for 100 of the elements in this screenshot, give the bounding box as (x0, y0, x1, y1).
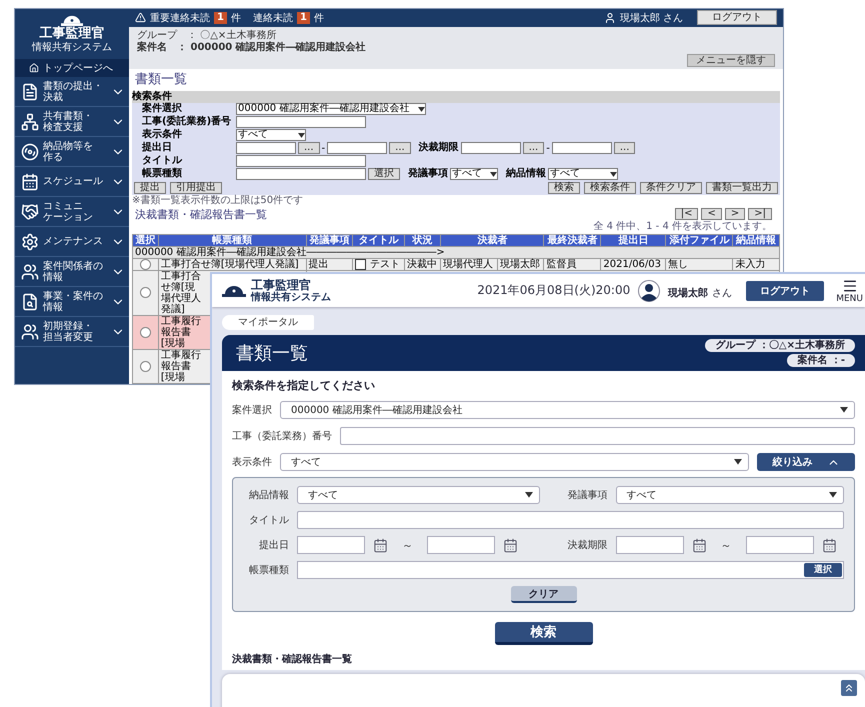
calendar-icon[interactable] (373, 538, 388, 552)
table-cell: 現場代理人 (440, 258, 498, 270)
project-select[interactable]: 000000 確認用案件―確認用建設会社 (236, 103, 426, 116)
sidebar-item[interactable]: メンテナンス (15, 227, 129, 257)
input-field[interactable] (236, 116, 366, 128)
logout-button[interactable]: ログアウト (746, 280, 824, 300)
result-count: 全 4 件中、1 - 4 件を表示しています。 (592, 220, 772, 233)
date-field[interactable] (460, 142, 521, 154)
form-type-field[interactable]: 選択 (297, 561, 844, 579)
pager-button[interactable]: < (701, 208, 722, 220)
table-cell: 現場太郎 (497, 258, 544, 270)
date-picker-button[interactable]: ... (298, 142, 320, 154)
menu-icon (842, 278, 858, 294)
sidebar-item[interactable]: 案件関係者の 情報 (15, 257, 129, 287)
pager-button[interactable]: >| (748, 208, 772, 220)
search-button[interactable]: 検索 (494, 622, 592, 645)
limit-note: ※書類一覧表示件数の上限は50件です (132, 194, 304, 207)
radio-button[interactable] (140, 326, 151, 338)
sidebar-item[interactable]: 書類の提出・ 決裁 (15, 77, 129, 107)
column-header: 帳票種類 (158, 234, 306, 246)
date-picker-button[interactable]: ... (389, 142, 411, 154)
date-field[interactable] (236, 142, 296, 154)
table-cell: 工事打合せ簿[現場代理人発議] (158, 258, 306, 270)
field-label: 表示条件 (232, 456, 272, 469)
caret-icon (490, 172, 497, 177)
sidebar-item[interactable]: 共有書類・ 検査支援 (15, 107, 129, 137)
proposal-select[interactable]: すべて (450, 168, 498, 180)
delivery-select[interactable]: すべて (548, 168, 618, 180)
breadcrumb-link[interactable]: マイポータル (222, 315, 314, 330)
date-time: 2021年06月08日(火)20:00 (477, 282, 630, 299)
date-field[interactable] (746, 536, 814, 554)
caret-icon (840, 407, 848, 413)
alert-label[interactable]: 連絡未読 (252, 10, 293, 25)
list-title: 決裁書類・確認報告書一覧 (232, 653, 353, 666)
warning-icon (135, 12, 146, 24)
action-button[interactable]: 引用提出 (170, 182, 222, 194)
user-name: 現場太郎 (668, 288, 708, 299)
sidebar-item[interactable]: 初期登録・ 担当者変更 (15, 317, 129, 347)
date-field[interactable] (327, 142, 388, 154)
range-dash: - (546, 142, 550, 154)
field-label: タイトル (142, 155, 184, 168)
field-label: 納品情報 (248, 488, 289, 502)
sidebar-item[interactable]: スケジュール (15, 167, 129, 197)
date-field[interactable] (616, 536, 684, 554)
display-select[interactable]: すべて (236, 129, 306, 142)
field-label: 工事(委託業務)番号 (142, 116, 232, 128)
sidebar-item[interactable]: コミュニ ケーション (15, 197, 129, 227)
unread-count-badge: 1 (296, 12, 310, 24)
action-button[interactable]: 書類一覧出力 (706, 182, 778, 194)
input-field[interactable] (297, 511, 844, 529)
column-header: 最終決裁者 (544, 234, 601, 246)
menu-button[interactable]: MENU (832, 278, 865, 304)
action-button[interactable]: 検索条件 (584, 182, 636, 194)
action-button[interactable]: 検索 (548, 182, 580, 194)
date-field[interactable] (427, 536, 495, 554)
top-page-link[interactable]: トップページへ (15, 59, 129, 77)
logout-button[interactable]: ログアウト (697, 10, 777, 26)
hard-hat-logo-icon (222, 284, 246, 296)
menu-item-icon (21, 202, 39, 220)
date-picker-button[interactable]: ... (522, 142, 544, 154)
select-button[interactable]: 選択 (368, 168, 400, 180)
date-field[interactable] (552, 142, 612, 154)
project-select[interactable]: 000000 確認用案件―確認用建設会社 (280, 401, 855, 419)
column-header: 提出日 (600, 234, 666, 246)
form-heading: 検索条件 (132, 90, 780, 103)
pager-button[interactable]: |< (674, 208, 698, 220)
date-field[interactable] (297, 536, 365, 554)
clear-button[interactable]: クリア (510, 586, 576, 603)
menu-item-icon (21, 172, 39, 190)
sidebar-item[interactable]: 事業・案件の 情報 (15, 287, 129, 317)
calendar-icon[interactable] (692, 538, 706, 552)
filter-toggle-button[interactable]: 絞り込み (757, 453, 855, 471)
checkbox[interactable] (355, 258, 366, 270)
delivery-select[interactable]: すべて (297, 486, 540, 504)
select-button[interactable]: 選択 (804, 563, 842, 577)
field-label: 納品情報 (506, 168, 546, 180)
action-button[interactable]: 条件クリア (640, 182, 702, 194)
date-picker-button[interactable]: ... (614, 142, 636, 154)
radio-button[interactable] (140, 287, 151, 298)
scroll-top-button[interactable] (841, 680, 857, 696)
input-field[interactable] (340, 427, 855, 445)
display-select[interactable]: すべて (280, 453, 749, 471)
radio-button[interactable] (140, 360, 151, 372)
action-button[interactable]: 提出 (134, 182, 166, 194)
input-field[interactable] (236, 155, 366, 168)
user-icon (604, 12, 616, 24)
calendar-icon[interactable] (503, 538, 518, 552)
field-label: 発議事項 (566, 488, 608, 502)
range-dash: - (322, 142, 326, 154)
pager-button[interactable]: > (724, 208, 746, 220)
menu-item-icon (21, 322, 39, 340)
sidebar-item[interactable]: 納品物等を 作る (15, 137, 129, 167)
avatar-icon (638, 280, 660, 302)
alert-label[interactable]: 重要連絡未読 (150, 10, 210, 25)
input-field[interactable] (236, 168, 366, 180)
calendar-icon[interactable] (822, 538, 836, 552)
field-label: 案件選択 (142, 103, 183, 115)
proposal-select[interactable]: すべて (616, 486, 844, 504)
radio-button[interactable] (140, 258, 151, 270)
hide-menu-button[interactable]: メニューを隠す (687, 54, 775, 67)
